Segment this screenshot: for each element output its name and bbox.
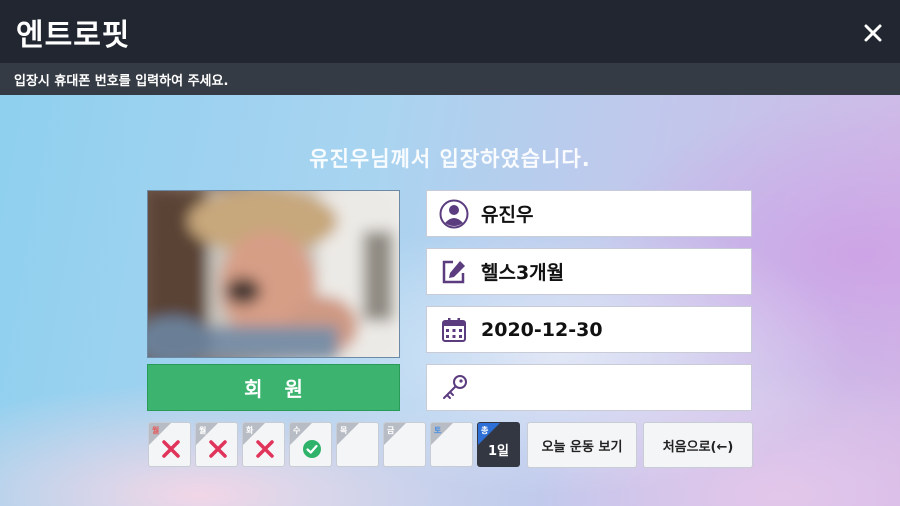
- edit-icon: [427, 249, 481, 294]
- total-days-cell: 총 1일: [477, 422, 520, 467]
- checkin-panel: 유진우님께서 입장하였습니다. 회원 유진우 헬스3개월 2020-12-30 …: [0, 95, 900, 506]
- app-title: 엔트로핏: [16, 17, 131, 53]
- day-label: 수: [293, 426, 301, 435]
- day-label: 토: [434, 426, 442, 435]
- day-cell: 수: [289, 422, 332, 467]
- absent-icon: [209, 440, 227, 458]
- day-cell: 금: [383, 422, 426, 467]
- day-label: 월: [152, 426, 160, 435]
- day-label: 목: [340, 426, 348, 435]
- check-icon: [303, 440, 321, 458]
- expiry-field: 2020-12-30: [426, 306, 752, 353]
- day-cell: 토: [430, 422, 473, 467]
- day-label: 금: [387, 426, 395, 435]
- attendance-week: 월 월 화 수 목 금 토 총 1일: [148, 422, 524, 467]
- notice-bar: 입장시 휴대폰 번호를 입력하여 주세요.: [0, 63, 900, 95]
- welcome-message: 유진우님께서 입장하였습니다.: [309, 147, 591, 171]
- absent-icon: [256, 440, 274, 458]
- day-cell: 화: [242, 422, 285, 467]
- day-cell: 목: [336, 422, 379, 467]
- day-label: 화: [246, 426, 254, 435]
- member-button[interactable]: 회원: [147, 364, 400, 411]
- expiry-date: 2020-12-30: [481, 318, 603, 341]
- notice-text: 입장시 휴대폰 번호를 입력하여 주세요.: [14, 73, 229, 89]
- title-bar: 엔트로핏: [0, 0, 900, 63]
- locker-field: [426, 364, 752, 411]
- member-photo-image: [148, 191, 399, 357]
- close-icon[interactable]: [864, 24, 882, 42]
- absent-icon: [162, 440, 180, 458]
- name-field: 유진우: [426, 190, 752, 237]
- membership-field: 헬스3개월: [426, 248, 752, 295]
- calendar-icon: [427, 307, 481, 352]
- membership-plan: 헬스3개월: [481, 262, 565, 284]
- day-cell: 월: [148, 422, 191, 467]
- total-label: 총: [481, 426, 489, 435]
- day-label: 월: [199, 426, 207, 435]
- user-icon: [427, 191, 481, 236]
- day-cell: 월: [195, 422, 238, 467]
- go-home-button[interactable]: 처음으로(←): [643, 422, 753, 468]
- today-workout-button[interactable]: 오늘 운동 보기: [527, 422, 637, 468]
- total-days-count: 1일: [487, 444, 509, 459]
- key-icon: [427, 365, 481, 410]
- member-name: 유진우: [481, 204, 534, 226]
- member-photo: [147, 190, 400, 358]
